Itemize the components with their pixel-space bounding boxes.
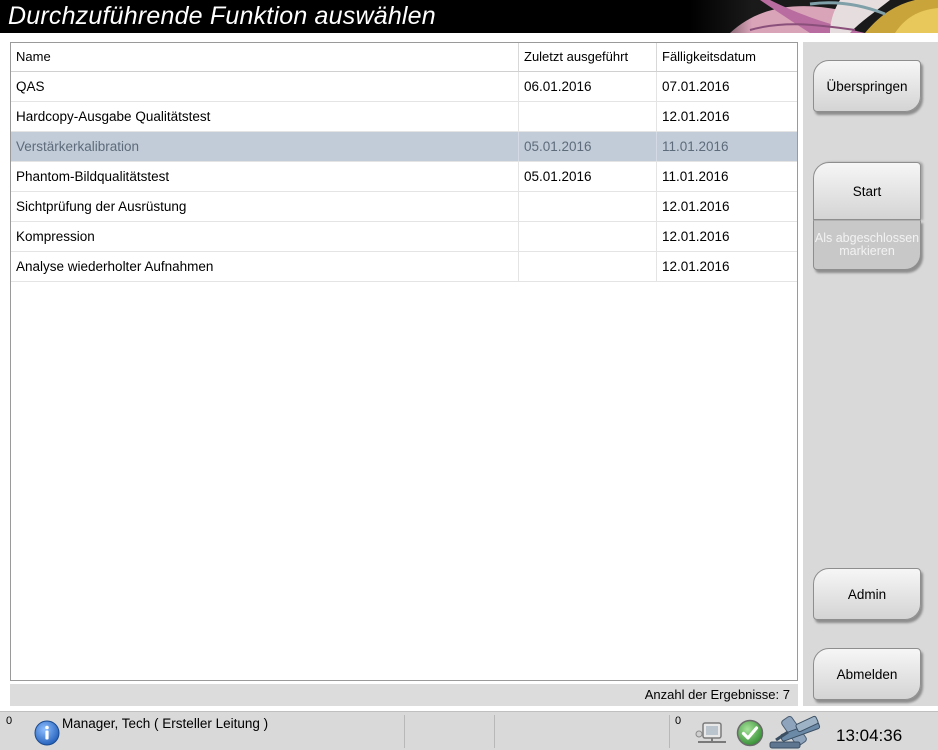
cell-due-date: 11.01.2016	[662, 169, 729, 184]
table-row[interactable]: Hardcopy-Ausgabe Qualitätstest 12.01.201…	[11, 102, 797, 132]
table-row[interactable]: Kompression 12.01.2016	[11, 222, 797, 252]
header-flower-banner	[690, 0, 938, 33]
column-header-last-run[interactable]: Zuletzt ausgeführt	[519, 43, 657, 71]
results-count-bar: Anzahl der Ergebnisse: 7	[10, 684, 798, 706]
mark-complete-button[interactable]: Als abgeschlossen markieren	[813, 220, 921, 270]
logout-button[interactable]: Abmelden	[813, 648, 921, 700]
cell-due-date: 07.01.2016	[662, 79, 730, 94]
page-title: Durchzuführende Funktion auswählen	[8, 2, 436, 30]
cell-due-date: 11.01.2016	[662, 139, 729, 154]
skip-button[interactable]: Überspringen	[813, 60, 921, 112]
cell-last-run: 05.01.2016	[519, 132, 657, 161]
status-segment-3	[494, 715, 670, 748]
table-row[interactable]: Phantom-Bildqualitätstest 05.01.2016 11.…	[11, 162, 797, 192]
admin-button[interactable]: Admin	[813, 568, 921, 620]
function-table: Name Zuletzt ausgeführt Fälligkeitsdatum…	[10, 42, 798, 681]
table-row[interactable]: QAS 06.01.2016 07.01.2016	[11, 72, 797, 102]
column-header-due-date[interactable]: Fälligkeitsdatum	[657, 43, 797, 71]
cell-last-run	[519, 192, 657, 221]
cell-due-date: 12.01.2016	[662, 199, 730, 214]
cell-due-date: 12.01.2016	[662, 229, 730, 244]
status-segment-user	[0, 715, 405, 748]
status-bar: 0 Manager, Tech ( Ersteller Leitung ) 0	[0, 711, 938, 750]
network-icon[interactable]	[694, 720, 730, 746]
gantry-icon[interactable]	[766, 714, 830, 750]
clock: 13:04:36	[836, 726, 903, 745]
results-count-label: Anzahl der Ergebnisse: 7	[644, 687, 790, 702]
cell-name: QAS	[11, 72, 519, 101]
cell-due-date: 12.01.2016	[662, 109, 730, 124]
action-panel: Überspringen Start Als abgeschlossen mar…	[803, 42, 938, 706]
cell-last-run	[519, 102, 657, 131]
title-bar: Durchzuführende Funktion auswählen	[0, 0, 938, 33]
cell-last-run: 05.01.2016	[519, 162, 657, 191]
cell-due-date: 12.01.2016	[662, 259, 730, 274]
cell-last-run	[519, 222, 657, 251]
cell-last-run	[519, 252, 657, 281]
cell-name: Kompression	[11, 222, 519, 251]
cell-last-run: 06.01.2016	[519, 72, 657, 101]
check-ok-icon[interactable]	[736, 719, 764, 747]
table-row[interactable]: Verstärkerkalibration 05.01.2016 11.01.2…	[11, 132, 797, 162]
cell-name: Hardcopy-Ausgabe Qualitätstest	[11, 102, 519, 131]
right-status-count: 0	[675, 715, 682, 727]
cell-name: Phantom-Bildqualitätstest	[11, 162, 519, 191]
cell-name: Verstärkerkalibration	[11, 132, 519, 161]
table-header: Name Zuletzt ausgeführt Fälligkeitsdatum	[11, 43, 797, 72]
cell-name: Sichtprüfung der Ausrüstung	[11, 192, 519, 221]
column-header-name[interactable]: Name	[11, 43, 519, 71]
table-body: QAS 06.01.2016 07.01.2016 Hardcopy-Ausga…	[11, 72, 797, 282]
cell-name: Analyse wiederholter Aufnahmen	[11, 252, 519, 281]
table-row[interactable]: Analyse wiederholter Aufnahmen 12.01.201…	[11, 252, 797, 282]
status-segment-2	[404, 715, 495, 748]
table-row[interactable]: Sichtprüfung der Ausrüstung 12.01.2016	[11, 192, 797, 222]
start-button[interactable]: Start	[813, 162, 921, 220]
